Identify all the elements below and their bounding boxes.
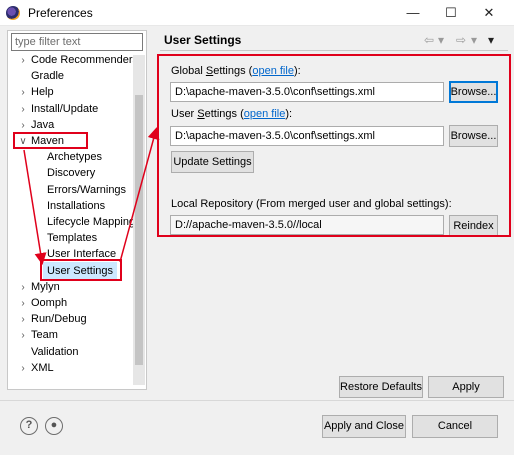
arrow-user-settings-to-panel — [119, 127, 160, 263]
arrow-maven-to-user-settings — [23, 149, 47, 265]
annotation-arrows — [23, 127, 160, 265]
